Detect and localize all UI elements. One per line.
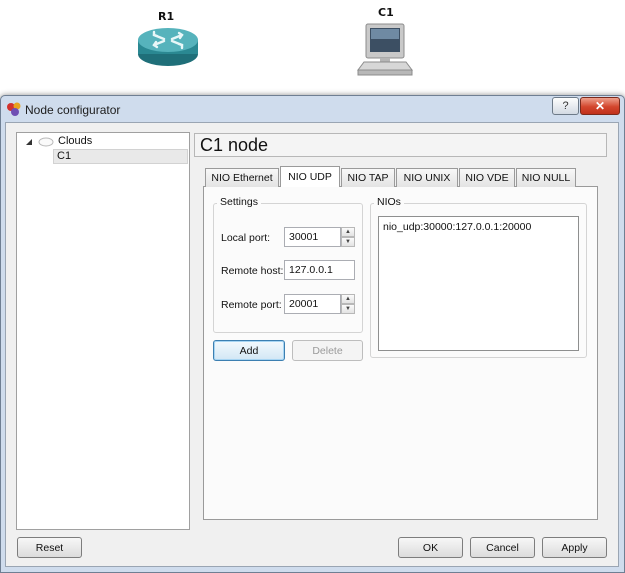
router-icon[interactable] (136, 24, 200, 68)
tab-nio-tap[interactable]: NIO TAP (341, 168, 395, 187)
computer-label: C1 (378, 6, 394, 19)
help-button[interactable]: ? (552, 97, 579, 115)
cloud-icon (38, 136, 54, 147)
tree-item-c1[interactable] (53, 149, 188, 164)
close-button[interactable]: ✕ (580, 97, 620, 115)
remote-host-input[interactable]: 127.0.0.1 (284, 260, 355, 280)
cancel-button[interactable]: Cancel (470, 537, 535, 558)
nios-group-title: NIOs (374, 196, 404, 208)
stepper-down-icon[interactable]: ▼ (341, 304, 355, 314)
tab-nio-null[interactable]: NIO NULL (516, 168, 576, 187)
add-button[interactable]: Add (213, 340, 285, 361)
nios-list[interactable] (378, 216, 579, 351)
remote-host-label: Remote host: (221, 265, 284, 277)
settings-group-title: Settings (217, 196, 261, 208)
tab-nio-vde[interactable]: NIO VDE (459, 168, 515, 187)
tab-nio-unix[interactable]: NIO UNIX (396, 168, 458, 187)
window-title: Node configurator (25, 103, 121, 117)
tree-expand-arrow-icon[interactable] (25, 137, 33, 145)
tab-nio-ethernet[interactable]: NIO Ethernet (205, 168, 279, 187)
delete-button[interactable]: Delete (292, 340, 363, 361)
node-tree[interactable] (16, 132, 190, 530)
ok-button[interactable]: OK (398, 537, 463, 558)
nio-list-item[interactable]: nio_udp:30000:127.0.0.1:20000 (383, 221, 531, 233)
computer-icon[interactable] (354, 20, 416, 78)
app-icon (6, 101, 22, 117)
node-title: C1 node (200, 135, 269, 155)
tab-nio-udp[interactable]: NIO UDP (280, 166, 340, 187)
stepper-up-icon[interactable]: ▲ (341, 294, 355, 304)
router-label: R1 (158, 10, 175, 23)
tree-group-clouds[interactable]: Clouds (58, 135, 92, 147)
reset-button[interactable]: Reset (17, 537, 82, 558)
local-port-input[interactable]: 30001 (284, 227, 341, 247)
local-port-stepper[interactable]: ▲ ▼ (341, 227, 355, 247)
remote-port-stepper[interactable]: ▲ ▼ (341, 294, 355, 314)
remote-port-input[interactable]: 20001 (284, 294, 341, 314)
tree-item-c1-label: C1 (57, 150, 72, 162)
local-port-label: Local port: (221, 232, 271, 244)
apply-button[interactable]: Apply (542, 537, 607, 558)
stepper-up-icon[interactable]: ▲ (341, 227, 355, 237)
remote-port-label: Remote port: (221, 299, 282, 311)
stepper-down-icon[interactable]: ▼ (341, 237, 355, 247)
